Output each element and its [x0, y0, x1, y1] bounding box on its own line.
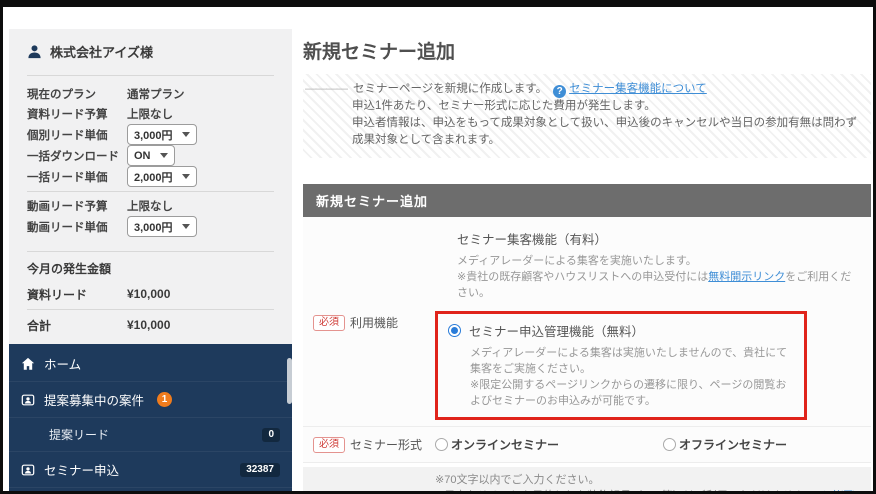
plan-row: 一括リード単価 2,000円 — [27, 166, 274, 187]
intro-box: ―――― セミナーページを新規に作成します。? セミナー集客機能について 申込1件あ… — [303, 74, 871, 158]
form-header: 新規セミナー追加 — [303, 184, 871, 217]
format-label: セミナー形式 — [350, 438, 423, 452]
name-char-counter: 現在0文字 — [809, 488, 859, 491]
video-unit-price-select[interactable]: 3,000円 — [127, 216, 197, 237]
sidebar-item-label: 提案リード — [49, 428, 110, 442]
feature-option-free-desc: メディアレーダーによる集客は実施いたしませんので、貴社にて集客をご実施ください。… — [470, 347, 788, 407]
billing-title: 今月の発生金額 — [27, 262, 112, 276]
sidebar-item-label: ホーム — [44, 358, 82, 372]
plan-row: 現在のプラン 通常プラン — [27, 84, 274, 104]
feature-label-cell: 必須 利用機能 — [313, 314, 435, 331]
feature-option-free-title: セミナー申込管理機能（無料） — [469, 325, 645, 339]
count-badge: 32387 — [240, 462, 280, 477]
home-icon — [21, 357, 35, 371]
name-note2: ※目立たせることを目的とした装飾記号（★,■等）はご利用いただけません。 >>使… — [435, 488, 861, 491]
decorative-dashes: ―――― — [305, 83, 348, 95]
main-content: 新規セミナー追加 ―――― セミナーページを新規に作成します。? セミナー集客機能に… — [303, 31, 871, 491]
sidebar-item-home[interactable]: ホーム — [9, 346, 292, 381]
chevron-down-icon — [182, 174, 190, 179]
sidebar-nav: ホーム 提案募集中の案件 1 提案リード 0 セミナー申込 32387 セミナー… — [9, 344, 292, 491]
plan-row-value: 上限なし — [127, 109, 173, 121]
user-icon — [28, 45, 41, 59]
form-row-feature: 必須 利用機能 セミナー集客機能（有料） メディアレーダーによる集客を実施いたし… — [303, 217, 871, 427]
required-badge: 必須 — [313, 436, 345, 453]
plan-row-label: 動画リード予算 — [27, 201, 108, 213]
feature-option-free[interactable]: セミナー申込管理機能（無料） — [448, 321, 794, 340]
feature-option-paid[interactable]: セミナー集客機能（有料） メディアレーダーによる集客を実施いたします。 ※貴社の… — [435, 229, 861, 301]
chevron-down-icon — [160, 153, 168, 158]
radio-online-seminar[interactable]: オンラインセミナー — [435, 436, 559, 453]
form-row-name: 必須 セミナー名 ※70文字以内でご入力ください。 ※目立たせることを目的とした… — [303, 467, 871, 491]
radio-icon[interactable] — [435, 438, 448, 451]
plan-row-value: 上限なし — [127, 201, 173, 213]
intro-line1: セミナーページを新規に作成します。 — [353, 83, 548, 95]
help-icon: ? — [553, 85, 567, 98]
account-panel: 株式会社アイズ様 現在のプラン 通常プラン 資料リード予算 上限なし 個別リード… — [9, 29, 292, 344]
billing-row-label: 資料リード — [27, 287, 88, 302]
plan-row: 一括ダウンロード ON — [27, 145, 274, 166]
plan-row: 資料リード予算 上限なし — [27, 104, 274, 124]
plan-row-value: 通常プラン — [127, 89, 185, 101]
divider — [27, 251, 274, 252]
plan-row: 動画リード単価 3,000円 — [27, 216, 274, 237]
new-seminar-form: 新規セミナー追加 必須 利用機能 セミナー集客機能（有料） メディアレーダーによ… — [303, 184, 871, 491]
chevron-down-icon — [182, 132, 190, 137]
radio-selected-icon[interactable] — [448, 324, 461, 337]
feature-option-paid-title: セミナー集客機能（有料） — [457, 233, 608, 247]
format-options: オンラインセミナー オフラインセミナー — [435, 432, 861, 457]
divider — [27, 191, 274, 192]
feature-option-paid-desc: メディアレーダーによる集客を実施いたします。 ※貴社の既存顧客やハウスリストへの… — [457, 255, 852, 299]
unit-price-select[interactable]: 3,000円 — [127, 124, 197, 145]
divider — [27, 75, 274, 76]
billing-row-value: ¥10,000 — [127, 287, 171, 301]
plan-row-label: 一括ダウンロード — [27, 150, 119, 163]
company-row: 株式会社アイズ様 — [27, 42, 274, 71]
plan-row-label: 現在のプラン — [27, 89, 96, 101]
intro-line2: 申込1件あたり、セミナー形式に応じた費用が発生します。 — [352, 100, 656, 112]
plan-row-label: 一括リード単価 — [27, 171, 108, 184]
seminar-feature-link[interactable]: セミナー集客機能について — [569, 83, 707, 95]
sidebar-scrollbar[interactable] — [287, 358, 292, 404]
plan-row-label: 資料リード予算 — [27, 109, 108, 121]
radio-icon[interactable] — [663, 438, 677, 451]
app-window: 株式会社アイズ様 現在のプラン 通常プラン 資料リード予算 上限なし 個別リード… — [0, 0, 876, 494]
bulk-download-select[interactable]: ON — [127, 145, 175, 166]
chevron-down-icon — [182, 224, 190, 229]
sidebar-item-label: セミナー申込 — [44, 464, 120, 478]
sidebar-item-seminar-list[interactable]: セミナー一覧 228 — [9, 487, 292, 491]
form-row-format: 必須 セミナー形式 オンラインセミナー オフラインセミナー — [303, 427, 871, 463]
id-card-icon — [21, 463, 35, 477]
format-label-cell: 必須 セミナー形式 — [313, 436, 435, 453]
sidebar-item-proposals[interactable]: 提案募集中の案件 1 — [9, 381, 292, 417]
billing-row-label: 合計 — [27, 318, 52, 333]
page-title: 新規セミナー追加 — [303, 42, 456, 63]
plan-row: 動画リード予算 上限なし — [27, 196, 274, 216]
plan-row-label: 動画リード単価 — [27, 221, 108, 234]
bulk-unit-price-select[interactable]: 2,000円 — [127, 166, 197, 187]
feature-options: セミナー集客機能（有料） メディアレーダーによる集客を実施いたします。 ※貴社の… — [435, 225, 861, 420]
alert-badge: 1 — [157, 392, 173, 407]
plan-row-label: 個別リード単価 — [27, 129, 108, 142]
annotation-box-feature-option: セミナー申込管理機能（無料） メディアレーダーによる集客は実施いたしませんので、… — [435, 311, 807, 420]
billing-row: 合計 ¥10,000 — [27, 314, 274, 336]
divider — [27, 309, 274, 310]
billing-row: 資料リード ¥10,000 — [27, 283, 274, 305]
company-name: 株式会社アイズ様 — [50, 45, 153, 60]
sidebar-item-proposal-leads[interactable]: 提案リード 0 — [9, 417, 292, 451]
count-badge: 0 — [262, 427, 280, 442]
id-card-icon — [21, 393, 35, 407]
sidebar-item-seminar-applications[interactable]: セミナー申込 32387 — [9, 451, 292, 487]
plan-row: 個別リード単価 3,000円 — [27, 124, 274, 145]
feature-label: 利用機能 — [350, 316, 399, 330]
sidebar: 株式会社アイズ様 現在のプラン 通常プラン 資料リード予算 上限なし 個別リード… — [9, 7, 292, 491]
radio-offline-seminar[interactable]: オフラインセミナー — [663, 436, 787, 453]
billing-row-value: ¥10,000 — [127, 318, 171, 332]
intro-line3: 申込者情報は、申込をもって成果対象として扱い、申込後のキャンセルや当日の参加有無… — [352, 117, 858, 146]
free-link[interactable]: 無料開示リンク — [708, 271, 785, 283]
sidebar-item-label: 提案募集中の案件 — [44, 394, 145, 408]
required-badge: 必須 — [313, 314, 345, 331]
name-note1: ※70文字以内でご入力ください。 — [435, 474, 600, 486]
name-content: ※70文字以内でご入力ください。 ※目立たせることを目的とした装飾記号（★,■等… — [435, 472, 861, 491]
